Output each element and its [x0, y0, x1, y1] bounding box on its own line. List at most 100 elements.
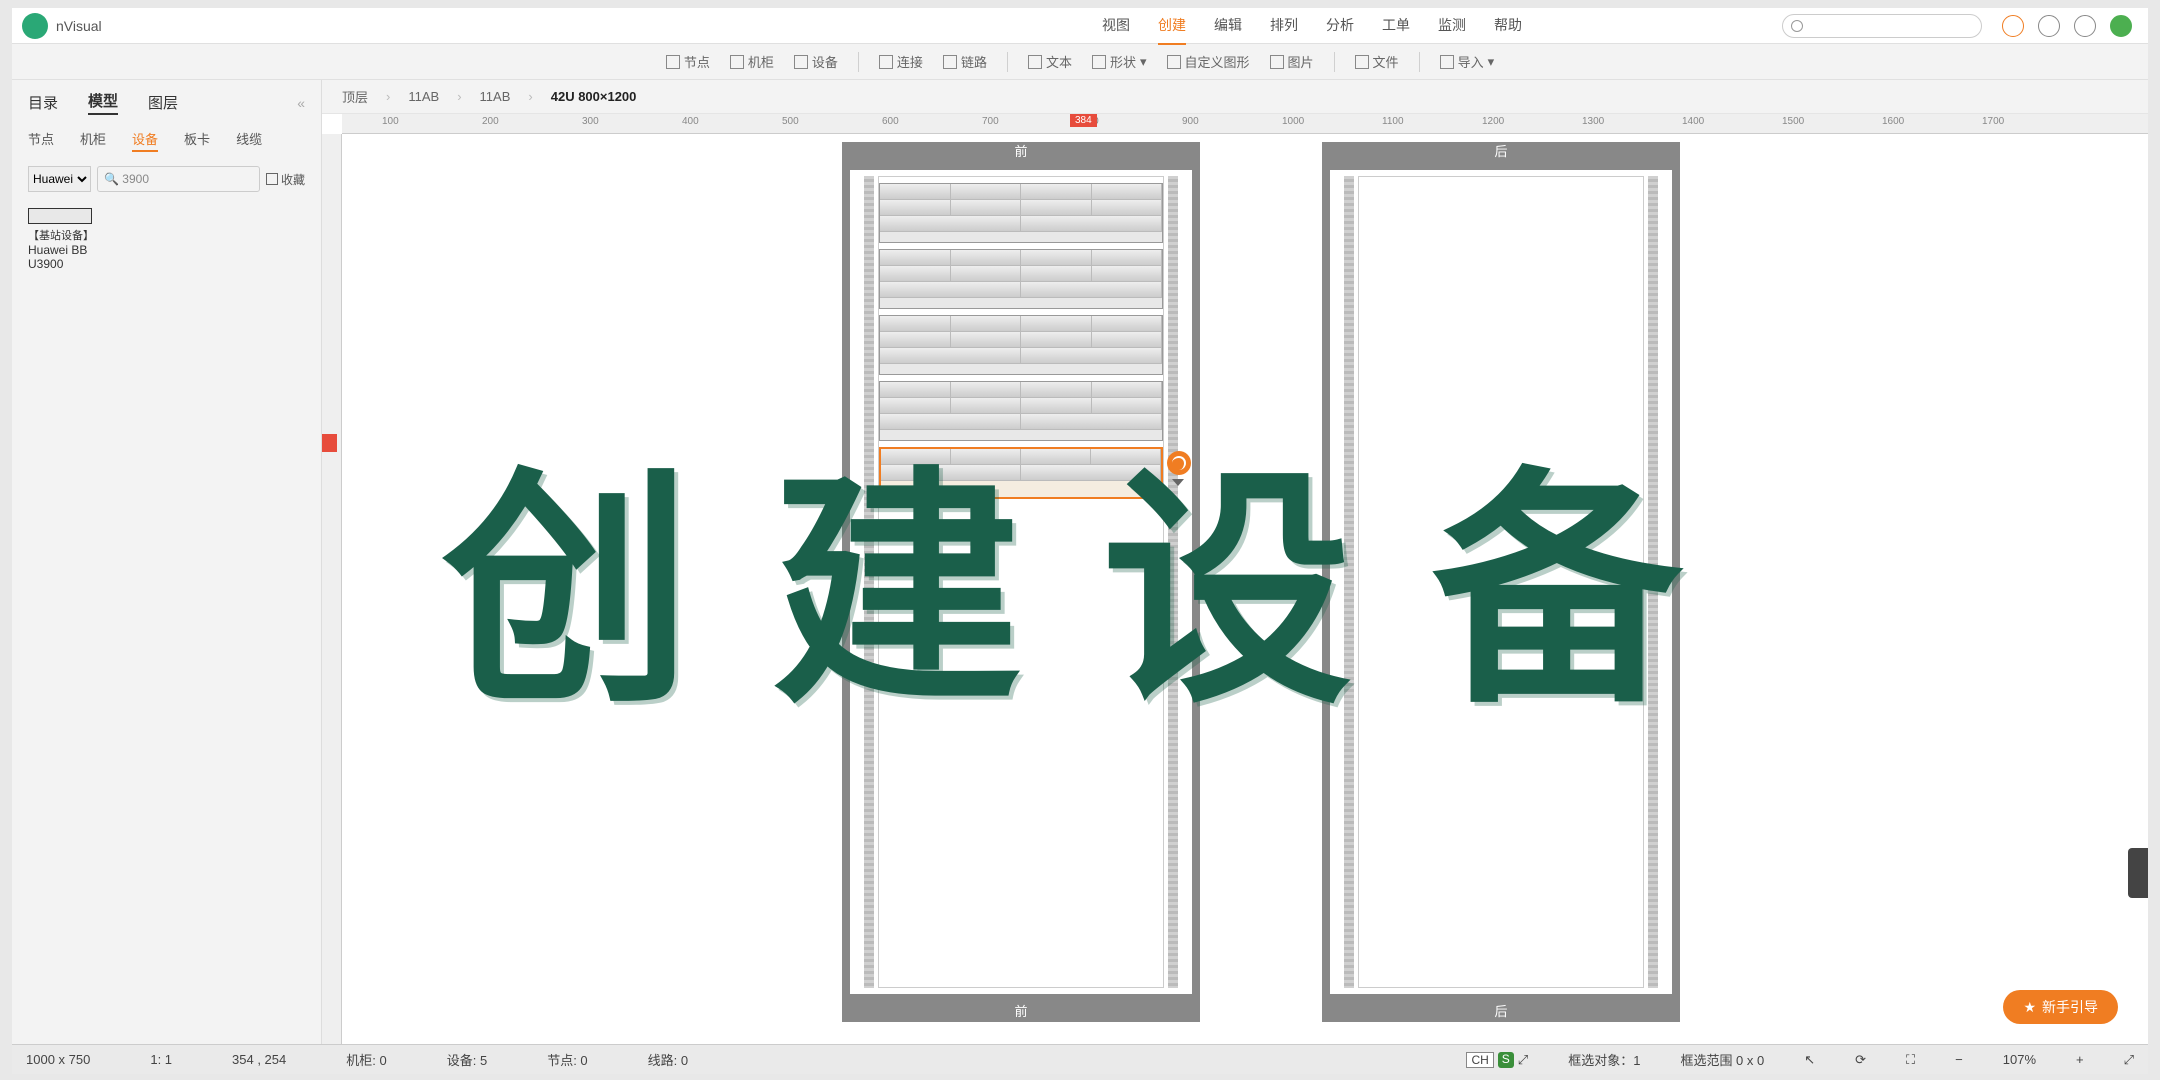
sidebar-tabs: 目录 模型 图层 « — [12, 80, 321, 119]
sidebar-collapse-icon[interactable]: « — [297, 95, 305, 111]
status-device-count: 设备: 5 — [447, 1050, 487, 1069]
ime-lang-badge[interactable]: CH — [1466, 1052, 1493, 1068]
breadcrumb-2[interactable]: 11AB — [480, 89, 511, 104]
rack-front-title-bottom: 前 — [842, 1002, 1200, 1022]
tool-device[interactable]: 设备 — [794, 52, 838, 71]
sidebar-tab-layer[interactable]: 图层 — [148, 92, 178, 113]
app-name: nVisual — [56, 18, 102, 34]
global-search-input[interactable] — [1782, 14, 1982, 38]
node-icon — [666, 55, 680, 69]
subtab-rack[interactable]: 机柜 — [80, 129, 106, 152]
menu-view[interactable]: 视图 — [1102, 7, 1130, 45]
device-icon — [794, 55, 808, 69]
fit-icon[interactable]: ⛶ — [1906, 1052, 1915, 1068]
rack-back-title-bottom: 后 — [1322, 1002, 1680, 1022]
status-line-count: 线路: 0 — [648, 1050, 688, 1069]
tool-custom-shape[interactable]: 自定义图形 — [1167, 52, 1250, 71]
subtab-node[interactable]: 节点 — [28, 129, 54, 152]
fullscreen-icon[interactable]: ⤢ — [2124, 1052, 2134, 1068]
tool-text-label: 文本 — [1046, 52, 1072, 71]
tool-shape-label: 形状 — [1110, 52, 1136, 71]
sidebar-tab-catalog[interactable]: 目录 — [28, 92, 58, 113]
tool-import-label: 导入 — [1458, 52, 1484, 71]
favorite-label: 收藏 — [281, 171, 305, 188]
gear-icon[interactable] — [2074, 15, 2096, 37]
subtab-card[interactable]: 板卡 — [184, 129, 210, 152]
connect-icon — [879, 55, 893, 69]
sidebar-subtabs: 节点 机柜 设备 板卡 线缆 — [12, 119, 321, 156]
menu-create[interactable]: 创建 — [1158, 7, 1186, 45]
status-zoom: 107% — [2003, 1052, 2036, 1067]
cursor-tool-icon[interactable]: ↖ — [1804, 1052, 1815, 1068]
app-logo-icon — [22, 13, 48, 39]
create-toolbar: 节点 机柜 设备 连接 链路 文本 形状 ▾ 自定义图形 图片 文件 导入 ▾ — [12, 44, 2148, 80]
ruler-vertical — [322, 134, 342, 1044]
vendor-select[interactable]: Huawei — [28, 166, 91, 192]
info-icon[interactable] — [2038, 15, 2060, 37]
clock-icon[interactable] — [2002, 15, 2024, 37]
tool-connect[interactable]: 连接 — [879, 52, 923, 71]
status-rack-count: 机柜: 0 — [346, 1050, 386, 1069]
model-search-input[interactable]: 🔍 3900 — [97, 166, 260, 192]
menu-ticket[interactable]: 工单 — [1382, 7, 1410, 45]
menu-help[interactable]: 帮助 — [1494, 7, 1522, 45]
zoom-in-icon[interactable]: + — [2076, 1052, 2084, 1067]
image-icon — [1270, 55, 1284, 69]
menu-arrange[interactable]: 排列 — [1270, 7, 1298, 45]
menu-analysis[interactable]: 分析 — [1326, 7, 1354, 45]
ime-expand-icon[interactable]: ⤢ — [1518, 1052, 1528, 1068]
subtab-cable[interactable]: 线缆 — [236, 129, 262, 152]
tool-file[interactable]: 文件 — [1355, 52, 1399, 71]
subtab-device[interactable]: 设备 — [132, 129, 158, 152]
status-coords: 354 , 254 — [232, 1052, 286, 1067]
device-thumbnail-icon — [28, 208, 92, 224]
user-avatar-icon[interactable] — [2110, 15, 2132, 37]
right-edge-widget[interactable] — [2128, 848, 2148, 898]
checkbox-icon — [266, 173, 278, 185]
favorite-checkbox[interactable]: 收藏 — [266, 171, 305, 188]
breadcrumb-top[interactable]: 顶层 — [342, 87, 368, 106]
search-icon — [1791, 20, 1803, 32]
tool-custom-label: 自定义图形 — [1185, 52, 1250, 71]
rack-back-title-top: 后 — [1322, 142, 1680, 162]
sidebar-tab-model[interactable]: 模型 — [88, 90, 118, 115]
guide-label: 新手引导 — [2042, 997, 2098, 1017]
statusbar: 1000 x 750 1: 1 354 , 254 机柜: 0 设备: 5 节点… — [12, 1044, 2148, 1074]
breadcrumb: 顶层 › 11AB › 11AB › 42U 800×1200 — [322, 80, 2148, 114]
ruler-v-marker — [322, 434, 337, 452]
tool-device-label: 设备 — [812, 52, 838, 71]
status-ratio: 1: 1 — [150, 1052, 172, 1067]
menu-edit[interactable]: 编辑 — [1214, 7, 1242, 45]
sidebar: 目录 模型 图层 « 节点 机柜 设备 板卡 线缆 Huawei 🔍 3900 … — [12, 80, 322, 1044]
tool-file-label: 文件 — [1373, 52, 1399, 71]
menu-monitor[interactable]: 监测 — [1438, 7, 1466, 45]
breadcrumb-1[interactable]: 11AB — [408, 89, 439, 104]
newbie-guide-button[interactable]: ★ 新手引导 — [2003, 990, 2118, 1024]
rack-device[interactable] — [879, 183, 1163, 243]
result-category: 【基站设备】 — [28, 227, 305, 243]
ime-mode-badge[interactable]: S — [1498, 1052, 1514, 1068]
tool-image[interactable]: 图片 — [1270, 52, 1314, 71]
refresh-icon[interactable]: ⟳ — [1855, 1052, 1866, 1068]
top-menu: 视图 创建 编辑 排列 分析 工单 监测 帮助 — [1102, 7, 1522, 45]
link-icon — [943, 55, 957, 69]
search-result-item[interactable]: 【基站设备】 Huawei BB U3900 — [12, 202, 321, 277]
tool-text[interactable]: 文本 — [1028, 52, 1072, 71]
status-sel-obj: 框选对象：1 — [1568, 1050, 1640, 1069]
tool-node-label: 节点 — [684, 52, 710, 71]
ruler-horizontal: 1002003004005006007008009001000110012001… — [342, 114, 2148, 134]
zoom-out-icon[interactable]: − — [1955, 1052, 1963, 1067]
sidebar-search-row: Huawei 🔍 3900 收藏 — [12, 156, 321, 202]
tool-shape[interactable]: 形状 ▾ — [1092, 52, 1147, 71]
star-icon: ★ — [2023, 999, 2036, 1016]
tool-rack[interactable]: 机柜 — [730, 52, 774, 71]
custom-icon — [1167, 55, 1181, 69]
tool-link[interactable]: 链路 — [943, 52, 987, 71]
tool-node[interactable]: 节点 — [666, 52, 710, 71]
rack-device[interactable] — [879, 249, 1163, 309]
rack-device[interactable] — [879, 315, 1163, 375]
tool-link-label: 链路 — [961, 52, 987, 71]
tool-import[interactable]: 导入 ▾ — [1440, 52, 1495, 71]
status-ime: CH S ⤢ — [1466, 1052, 1528, 1068]
result-line2: U3900 — [28, 257, 305, 271]
